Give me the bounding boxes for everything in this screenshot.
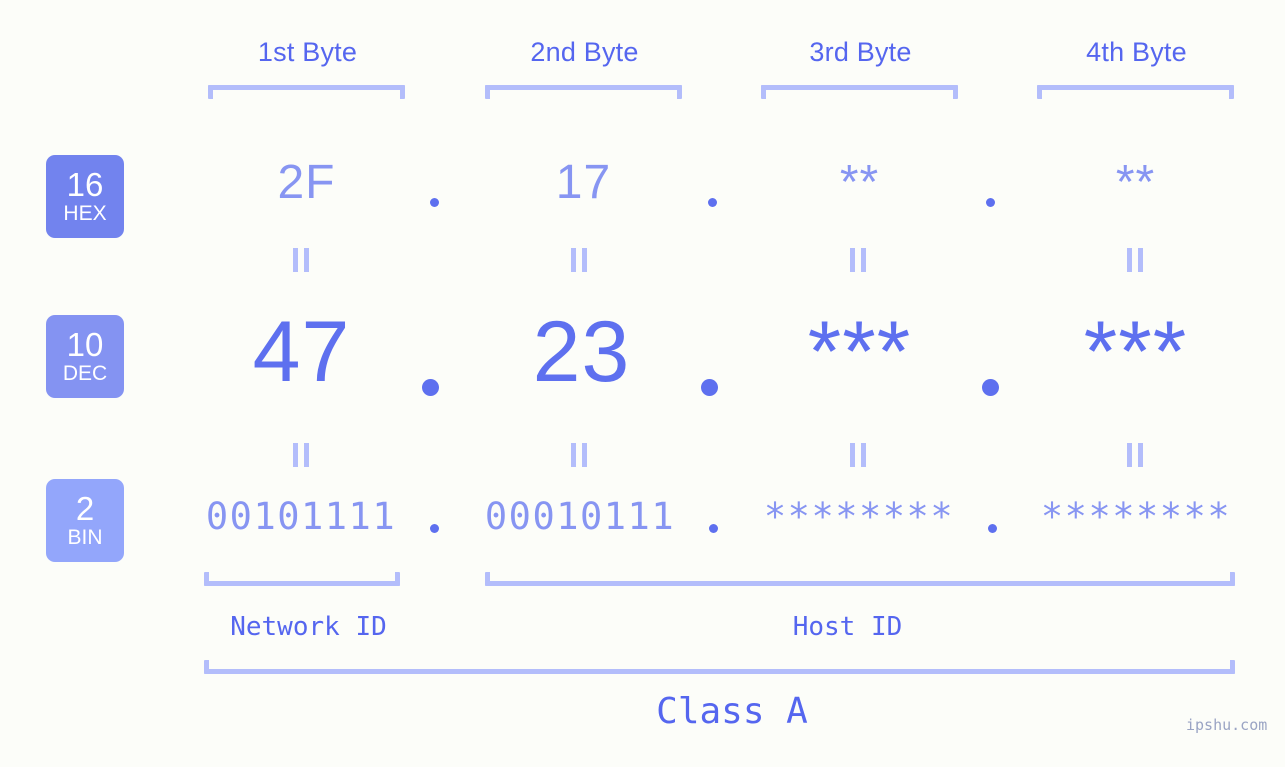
bin-octet-2: 00010111: [484, 495, 676, 538]
byte-header-2: 2nd Byte: [530, 37, 639, 67]
byte-header-3: 3rd Byte: [809, 37, 912, 67]
byte-bracket-3: [761, 85, 958, 99]
hex-octet-2: 17: [555, 156, 612, 209]
equals-marker-dec-bin-4: [1126, 443, 1144, 467]
dec-octet-3: ***: [807, 304, 912, 400]
bin-separator-dot-1: [430, 524, 439, 533]
equals-marker-hex-dec-1: [292, 248, 310, 272]
base-badge-bin-abbr: BIN: [67, 526, 103, 549]
byte-header-4: 4th Byte: [1086, 37, 1187, 67]
equals-marker-dec-bin-1: [292, 443, 310, 467]
dec-separator-dot-2: [701, 379, 718, 396]
dec-octet-2: 23: [532, 304, 631, 400]
byte-bracket-4: [1037, 85, 1234, 99]
host-id-label: Host ID: [792, 612, 903, 642]
base-badge-dec: 10 DEC: [46, 315, 124, 398]
equals-marker-dec-bin-2: [570, 443, 588, 467]
dec-separator-dot-1: [422, 379, 439, 396]
base-badge-bin-number: 2: [75, 490, 95, 527]
dec-octet-4: ***: [1083, 304, 1188, 400]
equals-marker-hex-dec-2: [570, 248, 588, 272]
bin-octet-4: ********: [1040, 495, 1232, 538]
byte-bracket-2: [485, 85, 682, 99]
base-badge-dec-abbr: DEC: [62, 362, 108, 385]
network-id-bracket: [204, 572, 400, 586]
watermark: ipshu.com: [1186, 716, 1268, 734]
hex-octet-3: **: [839, 156, 880, 209]
byte-header-1: 1st Byte: [257, 37, 358, 67]
equals-marker-hex-dec-4: [1126, 248, 1144, 272]
hex-separator-dot-2: [708, 198, 717, 207]
ip-address-breakdown-diagram: 1st Byte 2nd Byte 3rd Byte 4th Byte 16 H…: [0, 0, 1285, 767]
network-id-label: Network ID: [230, 612, 387, 642]
base-badge-bin: 2 BIN: [46, 479, 124, 562]
bin-octet-3: ********: [763, 495, 955, 538]
base-badge-hex-abbr: HEX: [63, 202, 107, 225]
class-label: Class A: [656, 691, 808, 732]
base-badge-hex-number: 16: [66, 166, 104, 203]
bin-octet-1: 00101111: [205, 495, 397, 538]
hex-separator-dot-3: [986, 198, 995, 207]
dec-octet-1: 47: [252, 304, 351, 400]
hex-octet-4: **: [1115, 156, 1156, 209]
equals-marker-dec-bin-3: [849, 443, 867, 467]
hex-separator-dot-1: [430, 198, 439, 207]
host-id-bracket: [485, 572, 1235, 586]
bin-separator-dot-3: [988, 524, 997, 533]
dec-separator-dot-3: [982, 379, 999, 396]
class-bracket: [204, 660, 1235, 674]
base-badge-hex: 16 HEX: [46, 155, 124, 238]
base-badge-dec-number: 10: [66, 326, 104, 363]
hex-octet-1: 2F: [277, 156, 336, 209]
equals-marker-hex-dec-3: [849, 248, 867, 272]
bin-separator-dot-2: [709, 524, 718, 533]
byte-bracket-1: [208, 85, 405, 99]
